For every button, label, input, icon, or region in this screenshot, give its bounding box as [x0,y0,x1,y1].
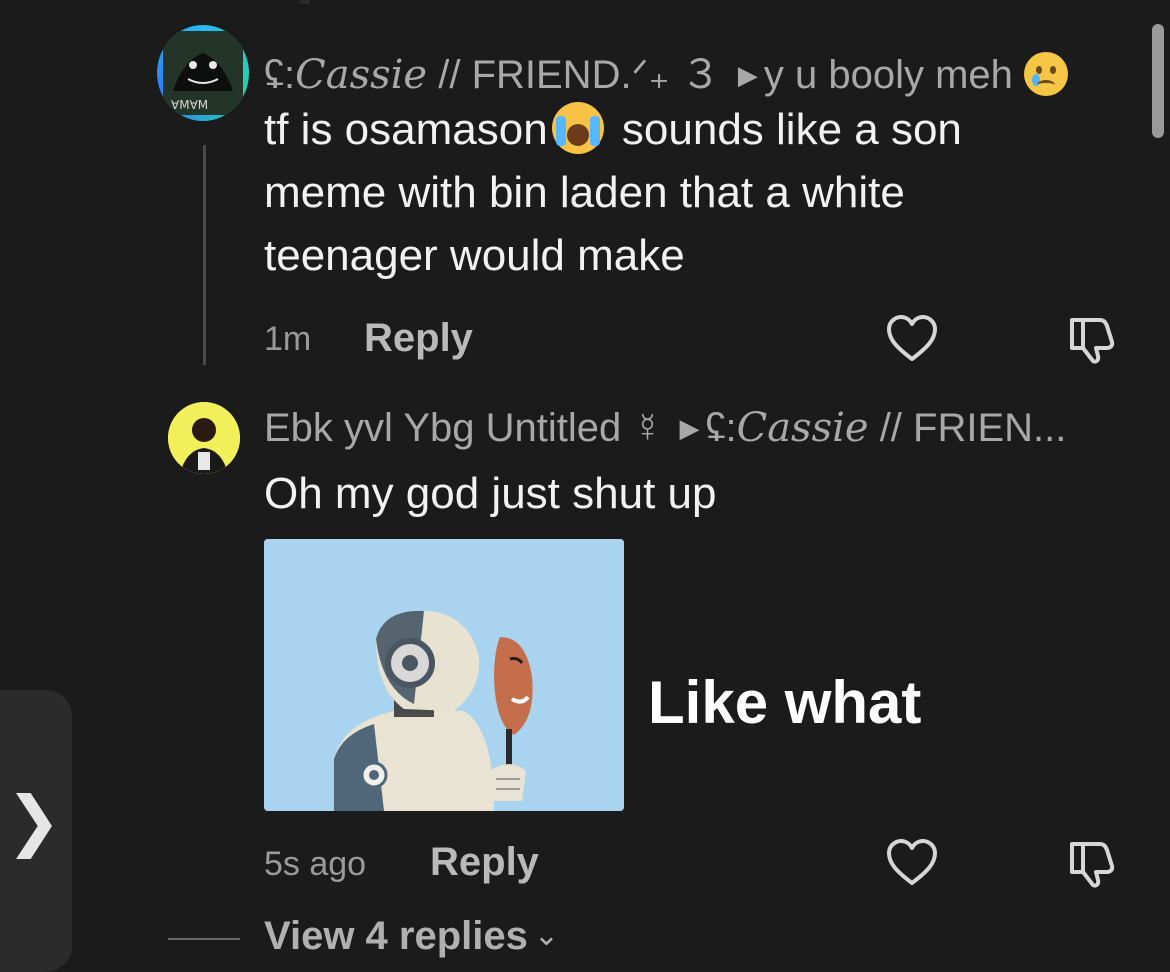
username-prefix: ʢ: [264,53,296,97]
comment-text: tf is osamason sounds like a son meme wi… [264,98,1064,287]
thread-line [203,145,206,365]
scrollbar[interactable] [1152,24,1164,138]
heart-icon[interactable] [886,838,938,893]
reply-button[interactable]: Reply [430,840,539,885]
thumbs-down-icon[interactable] [1066,838,1118,895]
username-suffix: // FRIEND.ᐟ₊ ３ [427,53,721,97]
username-text: Ebk yvl Ybg Untitled ☿ [264,406,663,450]
reply-to-fancy: Cassie [736,405,869,451]
thumbs-down-icon[interactable] [1066,314,1118,371]
comment-username[interactable]: ʢ:Cassie // FRIEND.ᐟ₊ ３ ▶ y u booly meh [264,42,1069,100]
heart-icon[interactable] [886,314,938,369]
chevron-down-icon: ⌄ [533,919,560,952]
comments-screen: ꓯꓟꓯꓟ ʢ:Cassie // FRIEND.ᐟ₊ ３ ▶ y u booly … [0,0,1170,972]
crying-face-icon [1024,52,1069,96]
view-replies-button[interactable]: View 4 replies ⌄ [264,914,559,959]
reply-button[interactable]: Reply [364,316,473,361]
side-panel-tab[interactable]: ❯ [0,690,72,972]
comment-timestamp: 1m [264,320,312,358]
username-fancy: Cassie [295,52,428,98]
comment-text-part1: tf is osamason [264,105,548,154]
avatar-image: ꓯꓟꓯꓟ [163,31,243,115]
view-replies-label: View 4 replies [264,914,528,958]
meme-image[interactable] [264,539,624,811]
avatar[interactable] [168,402,240,474]
comment-username[interactable]: Ebk yvl Ybg Untitled ☿ ▶ ʢ:Cassie // FRIE… [264,405,1066,451]
reply-to-name: y u booly meh [763,53,1013,97]
comment-timestamp: 5s ago [264,845,367,883]
chevron-right-icon: ❯ [6,783,62,857]
loudly-crying-face-icon [551,102,604,154]
triangle-right-icon: ▶ [679,413,700,443]
reply-to-suffix: // FRIEN... [868,406,1067,450]
triangle-right-icon: ▶ [737,60,758,90]
reply-to-prefix: ʢ: [705,406,737,450]
comment-text: Oh my god just shut up [264,469,717,518]
svg-text:ꓯꓟꓯꓟ: ꓯꓟꓯꓟ [171,98,208,112]
meme-caption: Like what [648,669,922,736]
replies-divider [168,938,240,940]
avatar[interactable]: ꓯꓟꓯꓟ [157,25,249,121]
top-divider [300,0,310,4]
